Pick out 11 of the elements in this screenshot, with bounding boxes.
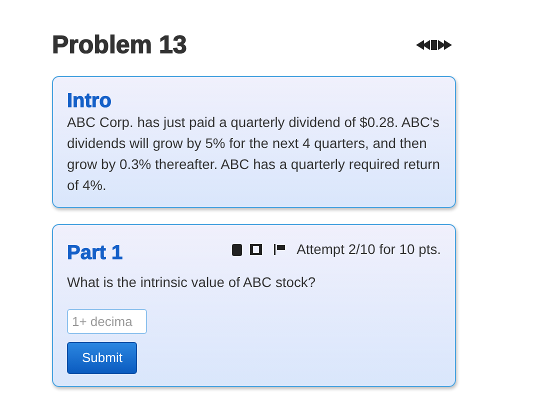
problem-title: Problem 13 [52, 30, 187, 60]
question-text: What is the intrinsic value of ABC stock? [67, 273, 317, 292]
attempt-text: Attempt 2/10 for 10 pts. [296, 240, 441, 260]
answer-field[interactable]: 1+ decima [67, 309, 147, 334]
next-icon[interactable] [434, 40, 452, 50]
flag-icon[interactable] [274, 244, 285, 256]
previous-icon[interactable] [416, 40, 434, 50]
intro-heading: Intro [67, 91, 112, 112]
intro-text: ABC Corp. has just paid a quarterly dividend of $0.28. ABC's dividends will grow by 5% for the next 4 quarters, and then grow by 0.3% thereafter. ABC has a quarterly required return of 4%. [67, 113, 441, 195]
submit-button[interactable]: Submit [67, 342, 138, 374]
part-heading: Part 1 [67, 243, 123, 264]
